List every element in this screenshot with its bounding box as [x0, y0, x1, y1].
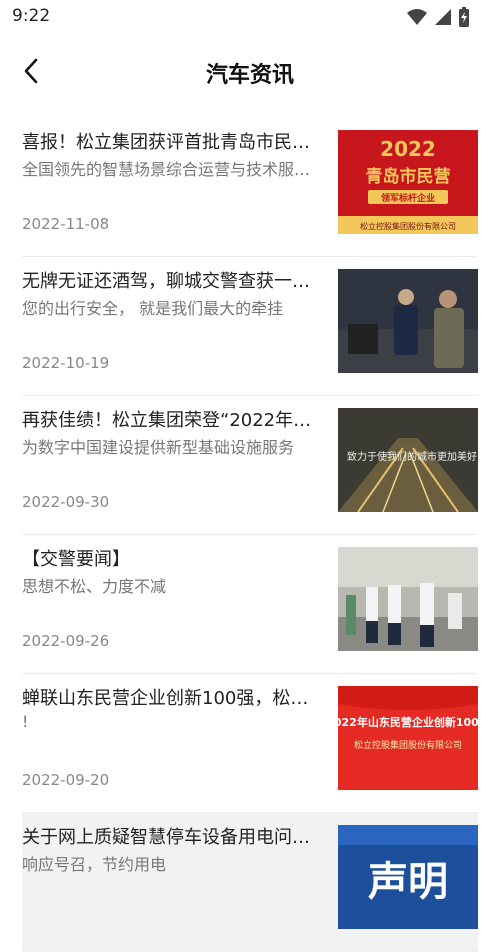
thumb-big-text: 2022	[380, 137, 436, 161]
cellular-signal-icon	[435, 9, 451, 25]
news-thumbnail: 致力于使我们的城市更加美好	[338, 408, 478, 512]
news-subtitle: 响应号召，节约用电	[22, 855, 167, 874]
status-icons	[406, 7, 470, 27]
news-title: 关于网上质疑智慧停车设备用电问题的声明	[22, 827, 320, 848]
news-subtitle: !	[22, 712, 29, 731]
page-title: 汽车资讯	[205, 63, 294, 88]
news-title: 蝉联山东民营企业创新100强，松立集团再获殊荣	[22, 688, 320, 709]
thumb-big-text: 声明	[368, 859, 448, 905]
news-item[interactable]: 再获佳绩！松立集团荣登“2022年数字中国”榜单 为数字中国建设提供新型基础设施…	[22, 396, 478, 535]
thumb-line1: 2022年山东民营企业创新100强	[338, 715, 478, 729]
news-thumbnail: 声明	[338, 825, 478, 929]
news-title: 再获佳绩！松立集团荣登“2022年数字中国”榜单	[22, 410, 320, 431]
news-item[interactable]: 无牌无证还酒驾，聊城交警查获一起违法行为 您的出行安全， 就是我们最大的牵挂 2…	[22, 257, 478, 396]
thumb-overlay-text: 致力于使我们的城市更加美好	[347, 450, 477, 463]
thumb-line1: 青岛市民营	[366, 166, 451, 187]
thumb-footer: 松立控股集团股份有限公司	[354, 739, 462, 751]
nav-header: 汽车资讯	[0, 44, 500, 104]
news-item[interactable]: 关于网上质疑智慧停车设备用电问题的声明 响应号召，节约用电 声明	[22, 813, 478, 952]
news-date: 2022-11-08	[22, 215, 110, 233]
news-date: 2022-09-30	[22, 493, 110, 511]
news-list: 喜报！松立集团获评首批青岛市民营领军标杆企业 全国领先的智慧场景综合运营与技术服…	[22, 118, 478, 952]
news-thumbnail	[338, 269, 478, 373]
news-title: 喜报！松立集团获评首批青岛市民营领军标杆企业	[22, 132, 320, 153]
news-item[interactable]: 喜报！松立集团获评首批青岛市民营领军标杆企业 全国领先的智慧场景综合运营与技术服…	[22, 118, 478, 257]
thumb-footer: 松立控股集团股份有限公司	[360, 221, 456, 231]
news-item[interactable]: 【交警要闻】 思想不松、力度不减 2022-09-26	[22, 535, 478, 674]
news-subtitle: 全国领先的智慧场景综合运营与技术服务商	[22, 160, 320, 179]
news-thumbnail: 2022 青岛市民营 领军标杆企业 松立控股集团股份有限公司	[338, 130, 478, 234]
news-date: 2022-09-26	[22, 632, 110, 650]
news-title: 无牌无证还酒驾，聊城交警查获一起违法行为	[22, 271, 320, 292]
news-item[interactable]: 蝉联山东民营企业创新100强，松立集团再获殊荣 ! 2022-09-20 202…	[22, 674, 478, 813]
status-time: 9:22	[12, 6, 51, 26]
thumb-line2: 领军标杆企业	[381, 192, 435, 204]
news-subtitle: 思想不松、力度不减	[22, 577, 167, 596]
news-date: 2022-09-20	[22, 771, 110, 789]
wifi-icon	[407, 9, 427, 25]
news-subtitle: 为数字中国建设提供新型基础设施服务	[22, 438, 295, 457]
news-thumbnail	[338, 547, 478, 651]
news-thumbnail: 2022年山东民营企业创新100强 松立控股集团股份有限公司	[338, 686, 478, 790]
news-subtitle: 您的出行安全， 就是我们最大的牵挂	[22, 299, 284, 318]
status-bar: 9:22	[0, 0, 500, 36]
news-date: 2022-10-19	[22, 354, 110, 372]
battery-charging-icon	[459, 7, 469, 27]
news-title: 【交警要闻】	[22, 549, 130, 570]
